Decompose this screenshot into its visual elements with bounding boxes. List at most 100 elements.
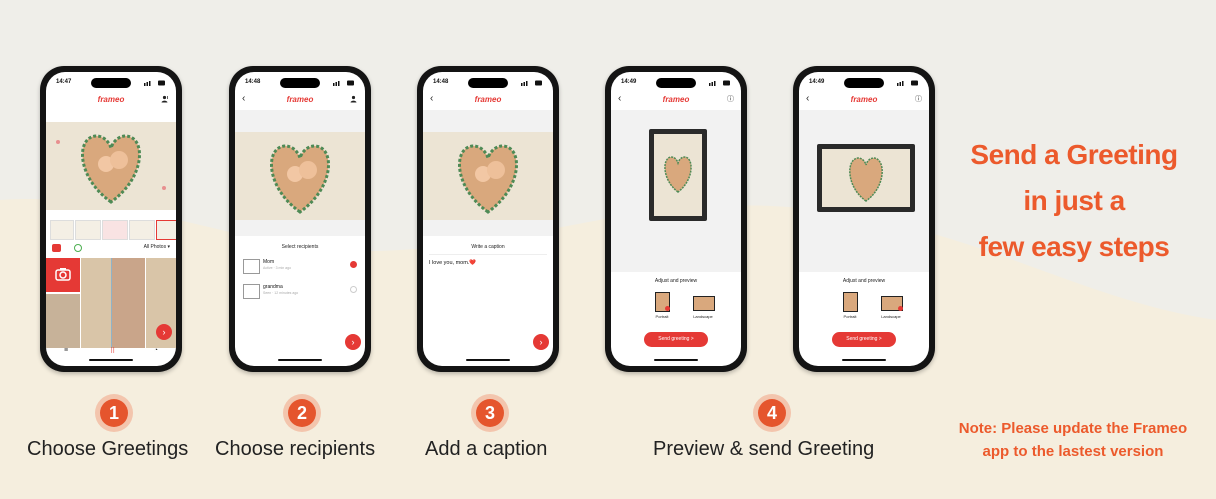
step-3-label: Add a caption	[425, 438, 548, 460]
phone-screen: 14:49 ‹ frameo ⓘ Adjust and preview Port…	[799, 72, 929, 366]
next-button[interactable]: ›	[156, 324, 172, 340]
app-header: ‹ frameo	[423, 93, 553, 107]
landscape-frame-preview	[817, 144, 915, 212]
add-friend-icon[interactable]	[161, 95, 169, 103]
portrait-option[interactable]	[843, 292, 858, 312]
template-thumb-selected[interactable]	[156, 220, 176, 240]
template-thumb[interactable]	[129, 220, 155, 240]
frameo-logo: frameo	[286, 95, 314, 104]
frame-thumbnail	[243, 284, 260, 299]
recipient-row[interactable]: grandma Seen · 12 minutes ago	[243, 282, 357, 300]
album-selector[interactable]: All Photos ▾	[144, 244, 170, 250]
signal-battery-icon	[709, 80, 730, 86]
signal-battery-icon	[144, 80, 165, 86]
menu-icon[interactable]: ≡	[64, 347, 68, 354]
add-friend-icon[interactable]	[350, 95, 358, 103]
status-time: 14:47	[56, 79, 72, 85]
app-header: ‹ frameo	[235, 93, 365, 107]
help-icon[interactable]: ⓘ	[915, 94, 922, 104]
history-icon[interactable]: ◔	[154, 347, 158, 354]
step-3-number: 3	[476, 399, 504, 427]
landscape-option[interactable]	[693, 296, 715, 311]
home-indicator	[466, 359, 510, 361]
update-note: Note: Please update the Frameo app to th…	[930, 417, 1216, 463]
framed-photo	[822, 149, 910, 207]
status-time: 14:49	[621, 79, 637, 85]
note-line-2: app to the lastest version	[982, 443, 1164, 460]
dynamic-island	[91, 78, 131, 88]
home-indicator	[278, 359, 322, 361]
caption-input[interactable]: I love you, mom.❤️	[429, 260, 476, 266]
step-4-label: Preview & send Greeting	[653, 438, 875, 460]
step-2-number: 2	[288, 399, 316, 427]
adjust-title: Adjust and preview	[842, 278, 886, 284]
frameo-logo: frameo	[662, 95, 690, 104]
adjust-title: Adjust and preview	[654, 278, 698, 284]
phone-choose-recipients: 14:48 ‹ frameo Select recipients Mom Act…	[229, 66, 371, 372]
template-thumb[interactable]	[50, 220, 74, 240]
selected-check-icon	[898, 306, 903, 311]
greeting-template-strip[interactable]	[50, 218, 176, 240]
phone-screen: 14:47 frameo All Photos ▾ › ≡ ⠿ ◔	[46, 72, 176, 366]
unchecked-icon[interactable]	[350, 286, 357, 293]
frameo-logo: frameo	[474, 95, 502, 104]
camera-button[interactable]	[46, 258, 80, 292]
home-indicator	[654, 359, 698, 361]
headline: Send a Greeting in just a few easy steps	[936, 132, 1212, 270]
dynamic-island	[656, 78, 696, 88]
grid-icon[interactable]: ⠿	[110, 347, 115, 355]
greeting-photo-preview	[423, 132, 553, 220]
recipients-title: Select recipients	[281, 244, 319, 250]
next-button[interactable]: ›	[533, 334, 549, 350]
frameo-logo: frameo	[97, 95, 125, 104]
portrait-frame-preview	[649, 129, 707, 221]
step-1-number: 1	[100, 399, 128, 427]
album-label: All Photos	[143, 244, 167, 250]
signal-battery-icon	[521, 80, 542, 86]
recipient-status: Seen · 12 minutes ago	[263, 291, 299, 295]
signal-battery-icon	[897, 80, 918, 86]
frame-thumbnail	[243, 259, 260, 274]
camera-icon	[55, 268, 71, 281]
landscape-label: Landscape	[881, 314, 901, 319]
headline-line-1: Send a Greeting	[970, 139, 1178, 170]
send-greeting-button[interactable]: Send greeting >	[644, 332, 708, 347]
app-header: ‹ frameo ⓘ	[799, 93, 929, 107]
recipient-name: Mom	[263, 259, 275, 265]
recipient-name: grandma	[263, 284, 283, 290]
template-thumb[interactable]	[75, 220, 101, 240]
help-icon[interactable]: ⓘ	[727, 94, 734, 104]
selected-check-icon	[665, 306, 670, 311]
template-thumb[interactable]	[102, 220, 128, 240]
photo-grid-left[interactable]	[46, 294, 80, 348]
dynamic-island	[468, 78, 508, 88]
phone-choose-greetings: 14:47 frameo All Photos ▾ › ≡ ⠿ ◔	[40, 66, 182, 372]
recipient-status: Active · 3 min ago	[263, 266, 292, 270]
app-header: ‹ frameo ⓘ	[611, 93, 741, 107]
send-greeting-button[interactable]: Send greeting >	[832, 332, 896, 347]
step-1-label: Choose Greetings	[27, 438, 189, 460]
step-4-badge: 4	[753, 394, 791, 432]
recipient-row[interactable]: Mom Active · 3 min ago	[243, 257, 357, 275]
headline-line-3: few easy steps	[978, 231, 1170, 262]
note-line-1: Note: Please update the Frameo	[958, 420, 1188, 437]
caption-title: Write a caption	[471, 244, 505, 250]
greeting-photo-preview	[235, 132, 365, 220]
step-1-badge: 1	[95, 394, 133, 432]
next-button[interactable]: ›	[345, 334, 361, 350]
frameo-logo: frameo	[850, 95, 878, 104]
status-time: 14:49	[809, 79, 825, 85]
portrait-label: Portrait	[655, 314, 669, 319]
checked-icon[interactable]	[350, 261, 357, 268]
phone-screen: 14:49 ‹ frameo ⓘ Adjust and preview Port…	[611, 72, 741, 366]
app-header: frameo	[46, 93, 176, 107]
promo-banner: 14:47 frameo All Photos ▾ › ≡ ⠿ ◔ 14:48 …	[0, 0, 1216, 499]
phone-screen: 14:48 ‹ frameo Write a caption I love yo…	[423, 72, 553, 366]
home-indicator	[89, 359, 133, 361]
whatsapp-tab-icon[interactable]	[74, 244, 82, 252]
phone-add-caption: 14:48 ‹ frameo Write a caption I love yo…	[417, 66, 559, 372]
landscape-label: Landscape	[693, 314, 713, 319]
step-2-badge: 2	[283, 394, 321, 432]
phone-preview-portrait: 14:49 ‹ frameo ⓘ Adjust and preview Port…	[605, 66, 747, 372]
camera-tab-icon[interactable]	[52, 244, 61, 252]
